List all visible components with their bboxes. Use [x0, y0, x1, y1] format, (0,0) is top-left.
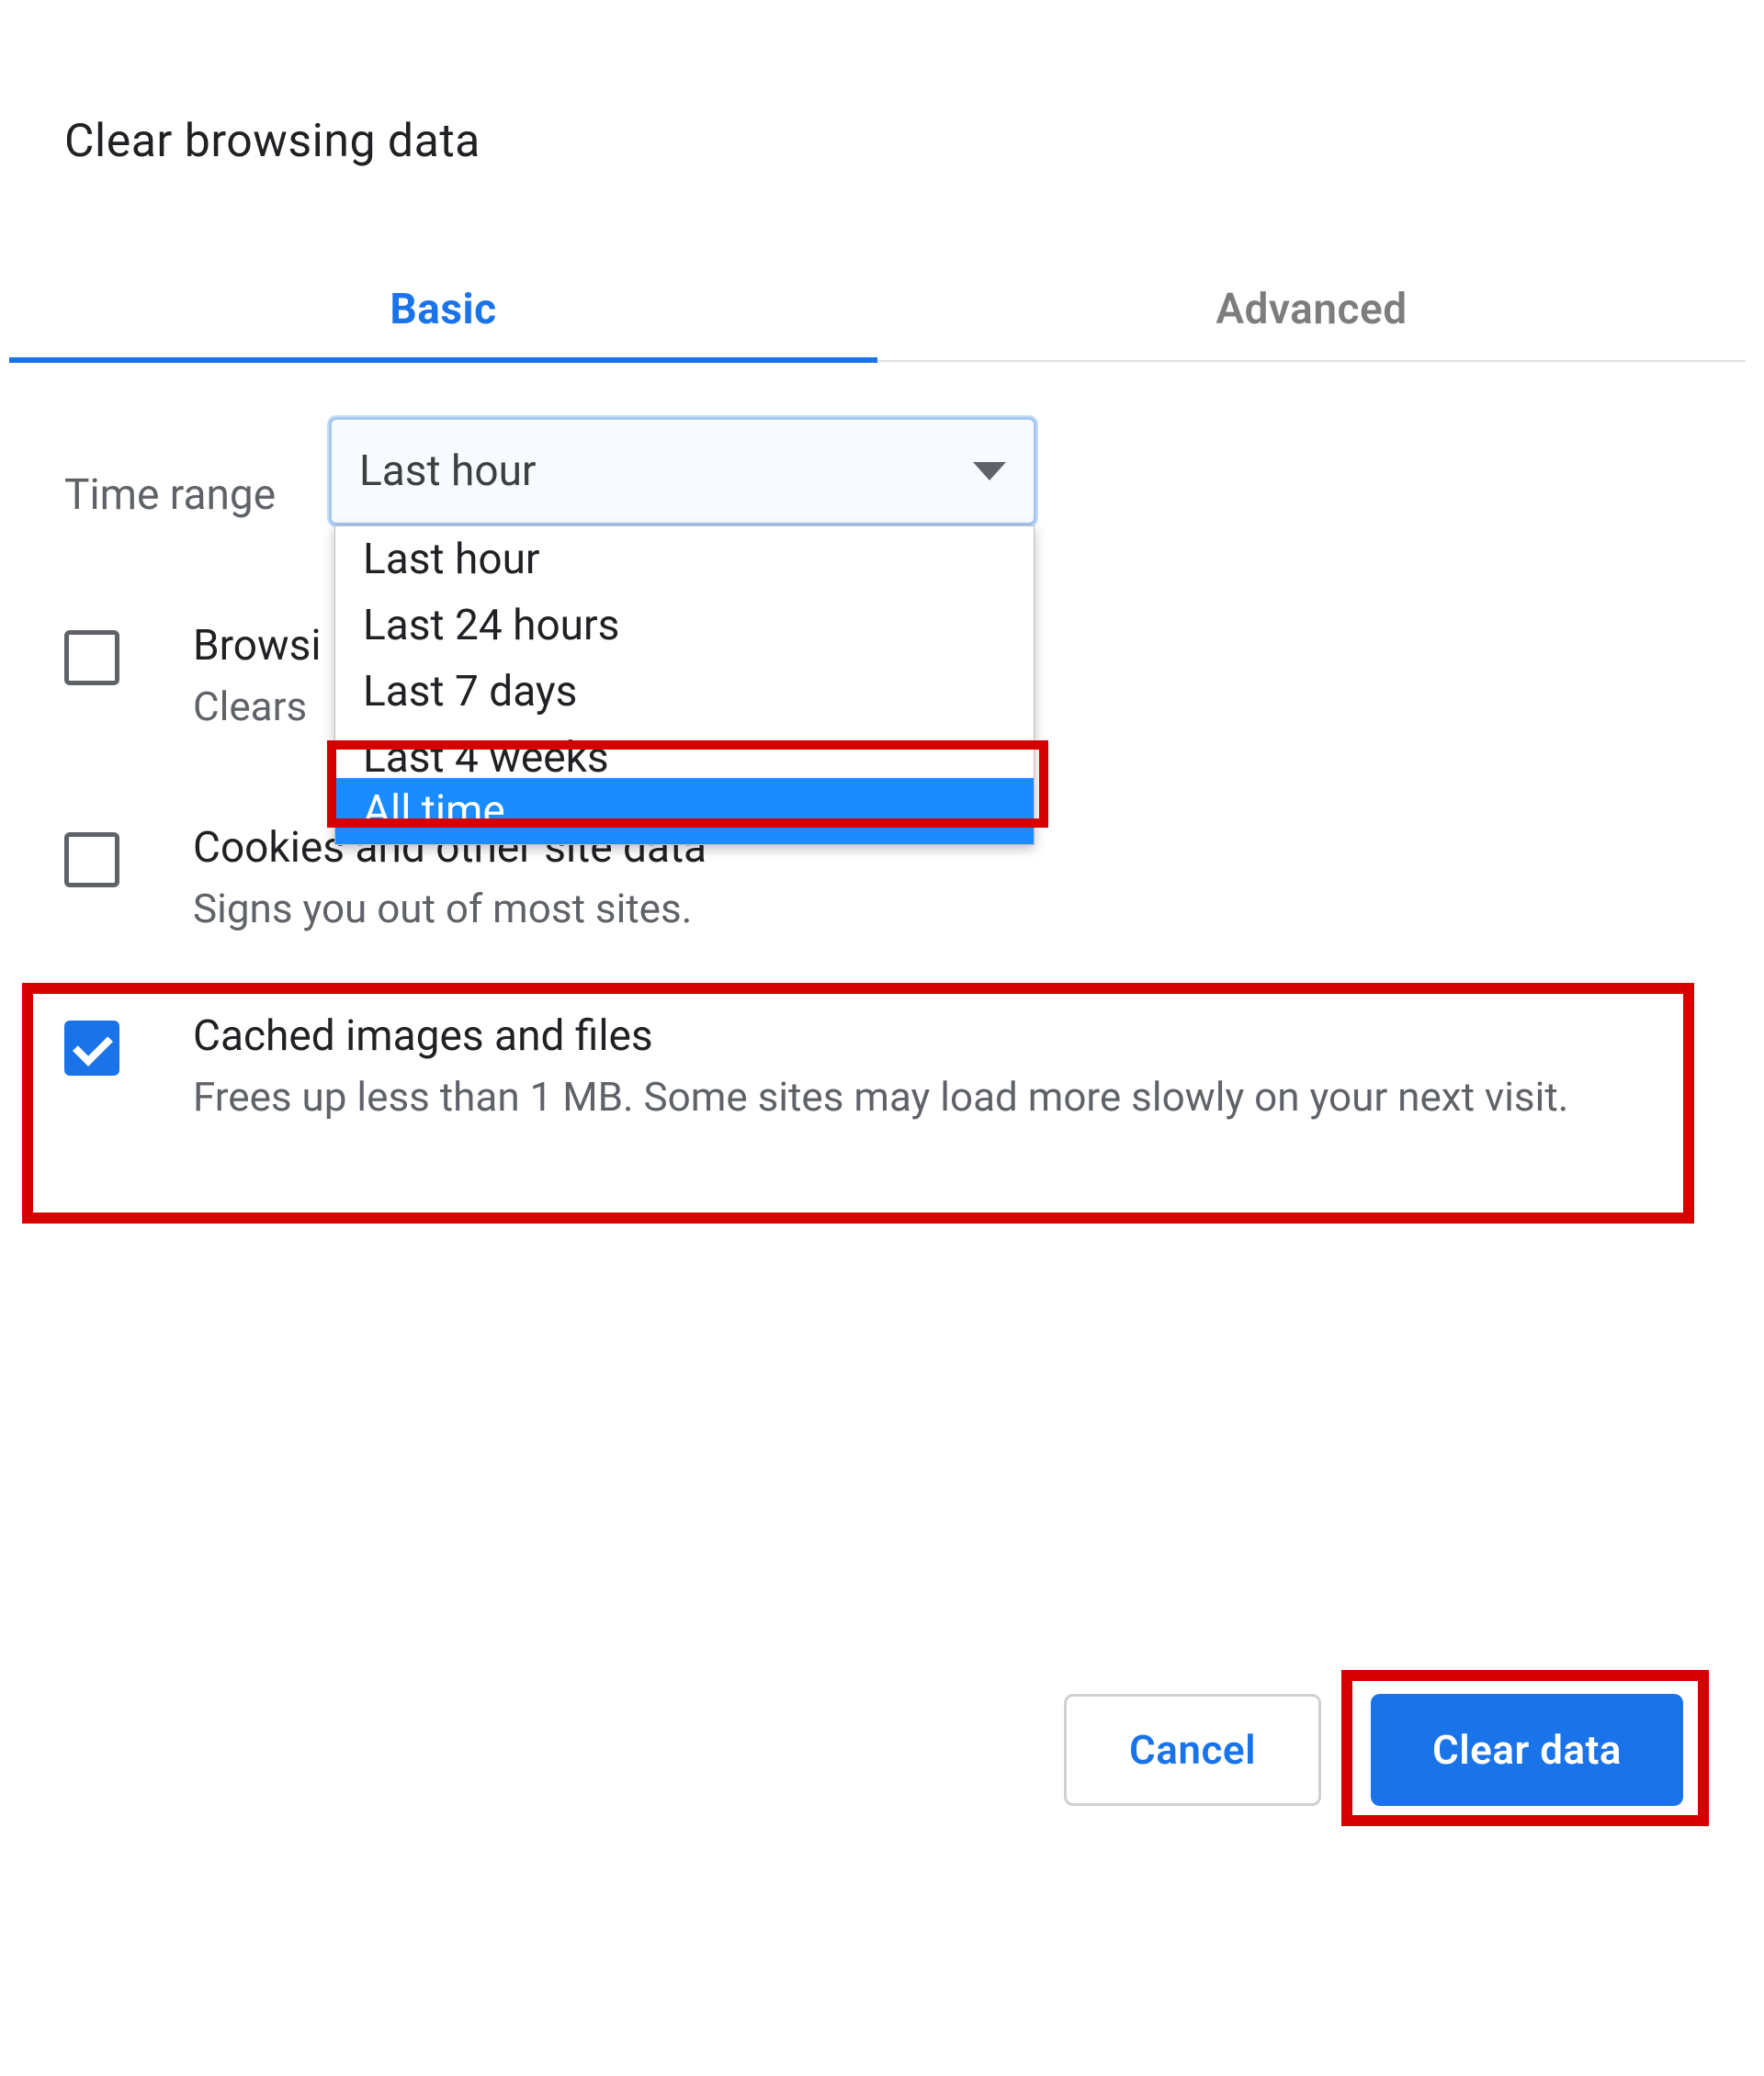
- checkbox-cached[interactable]: [64, 1021, 119, 1076]
- time-range-dropdown: Last hour Last 24 hours Last 7 days Last…: [334, 525, 1035, 845]
- option-cookies-desc: Signs you out of most sites.: [193, 878, 707, 939]
- option-browsing-history-text: Browsi Clears: [193, 615, 322, 737]
- tabs-bar: Basic Advanced: [9, 259, 1746, 362]
- dropdown-item-all-time[interactable]: All time: [335, 778, 1034, 844]
- dialog-actions: Cancel Clear data: [1064, 1690, 1698, 1810]
- dropdown-item-last-4-weeks[interactable]: Last 4 weeks: [335, 725, 1034, 778]
- cancel-button[interactable]: Cancel: [1064, 1694, 1321, 1806]
- tab-advanced[interactable]: Advanced: [877, 259, 1746, 360]
- tab-basic[interactable]: Basic: [9, 259, 877, 360]
- time-range-label: Time range: [64, 470, 276, 520]
- tab-active-indicator: [9, 357, 877, 363]
- option-cached-desc: Frees up less than 1 MB. Some sites may …: [193, 1066, 1568, 1127]
- chevron-down-icon: [973, 462, 1006, 480]
- time-range-selected-value: Last hour: [359, 446, 973, 496]
- canvas: Clear browsing data Basic Advanced Time …: [0, 0, 1764, 2076]
- time-range-select[interactable]: Last hour: [329, 417, 1036, 525]
- dropdown-item-last-hour[interactable]: Last hour: [335, 526, 1034, 592]
- dialog-title: Clear browsing data: [64, 115, 481, 168]
- dropdown-item-last-24-hours[interactable]: Last 24 hours: [335, 592, 1034, 659]
- option-cached: Cached images and files Frees up less th…: [64, 1006, 1690, 1127]
- clear-data-button[interactable]: Clear data: [1371, 1694, 1683, 1806]
- dropdown-item-last-7-days[interactable]: Last 7 days: [335, 659, 1034, 725]
- clear-browsing-data-dialog: Clear browsing data Basic Advanced Time …: [9, 9, 1746, 2067]
- option-browsing-history-desc: Clears: [193, 676, 322, 737]
- option-browsing-history-title: Browsi: [193, 615, 322, 676]
- checkbox-cookies[interactable]: [64, 832, 119, 887]
- option-cached-title: Cached images and files: [193, 1006, 1568, 1066]
- checkbox-browsing-history[interactable]: [64, 630, 119, 685]
- option-cached-text: Cached images and files Frees up less th…: [193, 1006, 1568, 1127]
